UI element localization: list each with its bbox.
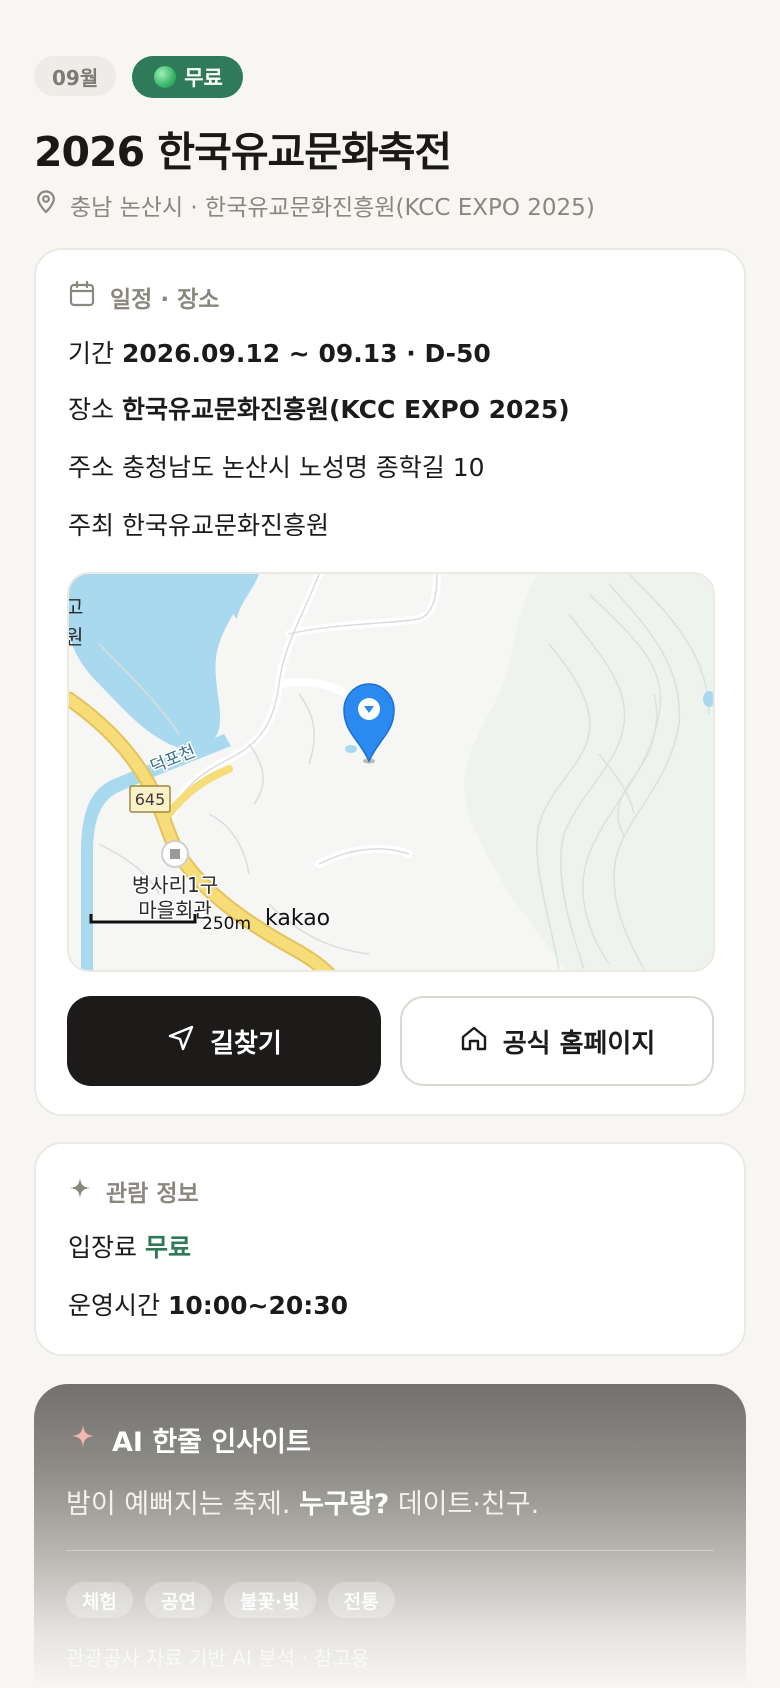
map-provider-logo: kakao <box>265 906 330 931</box>
free-badge-label: 무료 <box>184 66 223 90</box>
directions-label: 길찾기 <box>210 1028 282 1059</box>
home-icon <box>459 1023 489 1060</box>
ai-tag-list: 체험 공연 불꽃·빛 전통 <box>66 1582 395 1618</box>
ai-insight-card: AI 한줄 인사이트 밤이 예뻐지는 축제. 누구랑? 데이트·친구. 체험 공… <box>34 1384 746 1688</box>
hours-value: 10:00~20:30 <box>167 1291 349 1320</box>
visit-section-title: 관람 정보 <box>106 1181 199 1207</box>
address-value: 충청남도 논산시 노성명 종학길 10 <box>121 453 485 482</box>
visit-section-header: 관람 정보 <box>68 1174 199 1208</box>
ai-source-note: 관광공사 자료 기반 AI 분석 · 참고용 <box>66 1646 370 1670</box>
festival-detail-page: 09월 무료 2026 한국유교문화축전 충남 논산시 · 한국유교문화진흥원(… <box>0 0 780 1688</box>
ai-tag[interactable]: 공연 <box>144 1582 212 1618</box>
visit-info-card: 관람 정보 입장료 무료 운영시간 10:00~20:30 <box>34 1142 746 1356</box>
period-row: 기간 2026.09.12 ~ 09.13 · D-50 <box>68 334 491 370</box>
ai-text-pre: 밤이 예뻐지는 축제. <box>66 1489 300 1520</box>
ai-insight-text: 밤이 예뻐지는 축제. 누구랑? 데이트·친구. <box>66 1482 539 1521</box>
green-dot-icon <box>154 66 177 88</box>
ai-divider <box>66 1550 714 1551</box>
location-map[interactable]: 645 덕포천 고 원 병사리1구 마을회관 250m kakao <box>67 572 715 972</box>
month-badge: 09월 <box>34 56 117 96</box>
free-badge: 무료 <box>132 56 243 98</box>
location-pin-icon <box>36 190 56 220</box>
address-key: 주소 <box>68 453 122 482</box>
hours-key: 운영시간 <box>68 1291 168 1320</box>
fee-row: 입장료 무료 <box>68 1228 191 1264</box>
location-line: 충남 논산시 · 한국유교문화진흥원(KCC EXPO 2025) <box>36 188 595 222</box>
map-edge-label-2: 원 <box>69 625 83 649</box>
host-key: 주최 <box>68 511 122 540</box>
ai-tag[interactable]: 전통 <box>327 1582 395 1618</box>
map-scale-text: 250m <box>202 914 251 934</box>
hours-row: 운영시간 10:00~20:30 <box>68 1286 348 1322</box>
ai-tag[interactable]: 체험 <box>66 1582 133 1618</box>
ai-text-post: 데이트·친구. <box>389 1489 540 1520</box>
fee-value: 무료 <box>144 1233 191 1262</box>
place-key: 장소 <box>68 395 122 424</box>
ai-text-bold: 누구랑? <box>299 1489 390 1520</box>
period-value: 2026.09.12 ~ 09.13 · D-50 <box>121 339 491 368</box>
map-road-number: 645 <box>135 790 166 809</box>
directions-button[interactable]: 길찾기 <box>67 996 381 1086</box>
host-value: 한국유교문화진흥원 <box>121 511 329 540</box>
ai-tag[interactable]: 불꽃·빛 <box>223 1582 316 1618</box>
place-row: 장소 한국유교문화진흥원(KCC EXPO 2025) <box>68 390 570 426</box>
period-key: 기간 <box>68 339 122 368</box>
homepage-label: 공식 홈페이지 <box>502 1028 656 1059</box>
map-village-label-2: 마을회관 <box>138 898 212 922</box>
address-row: 주소 충청남도 논산시 노성명 종학길 10 <box>68 448 485 484</box>
schedule-section-title: 일정 · 장소 <box>110 287 220 313</box>
ai-sparkle-icon <box>70 1423 96 1456</box>
fee-key: 입장료 <box>68 1233 145 1262</box>
calendar-icon <box>68 280 96 314</box>
map-village-label-1: 병사리1구 <box>132 873 218 897</box>
schedule-section-header: 일정 · 장소 <box>68 280 219 314</box>
sparkle-icon <box>68 1176 92 1206</box>
schedule-card: 일정 · 장소 기간 2026.09.12 ~ 09.13 · D-50 장소 … <box>34 248 746 1116</box>
official-homepage-button[interactable]: 공식 홈페이지 <box>400 996 714 1086</box>
ai-insight-title: AI 한줄 인사이트 <box>112 1427 311 1458</box>
location-text: 충남 논산시 · 한국유교문화진흥원(KCC EXPO 2025) <box>70 195 595 221</box>
page-title: 2026 한국유교문화축전 <box>34 128 452 176</box>
place-value: 한국유교문화진흥원(KCC EXPO 2025) <box>121 395 570 424</box>
navigation-arrow-icon <box>166 1023 196 1060</box>
ai-insight-header: AI 한줄 인사이트 <box>70 1420 311 1459</box>
map-edge-label-1: 고 <box>69 595 83 619</box>
badge-row: 09월 무료 <box>34 56 243 98</box>
host-row: 주최 한국유교문화진흥원 <box>68 506 329 542</box>
map-canvas: 645 덕포천 고 원 병사리1구 마을회관 250m kakao <box>69 574 713 970</box>
